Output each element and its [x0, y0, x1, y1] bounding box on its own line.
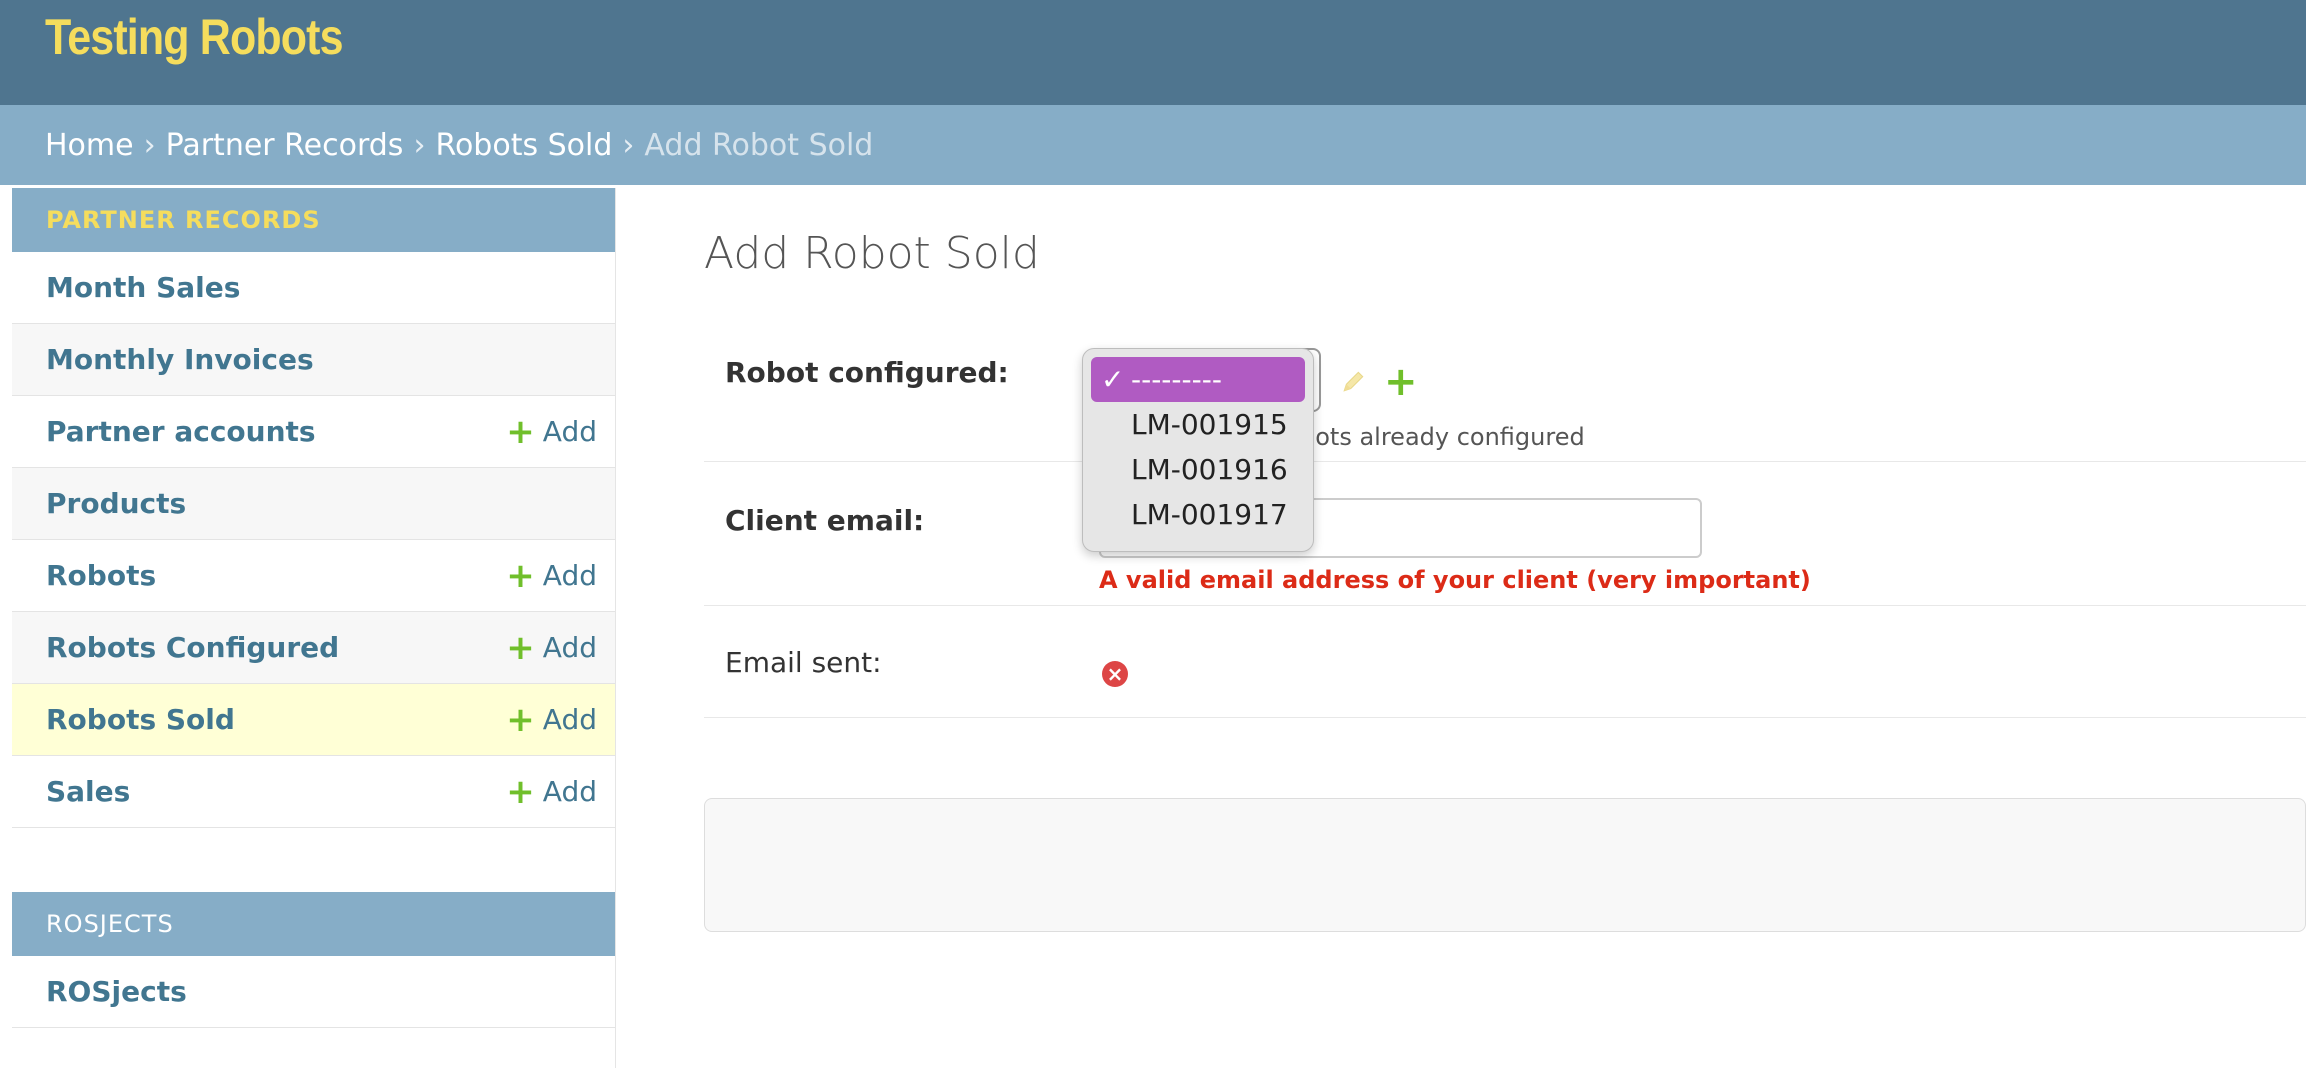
- add-related-plus-icon[interactable]: +: [1384, 362, 1418, 402]
- sidebar-item-robots: Robots + Add: [12, 540, 615, 612]
- sidebar-nav: PARTNER RECORDS Month Sales Monthly Invo…: [12, 188, 616, 1068]
- sidebar-item-robots-sold: Robots Sold + Add: [12, 684, 615, 756]
- sidebar-item-label[interactable]: Robots: [46, 559, 156, 592]
- add-link-label: Add: [542, 631, 597, 664]
- robot-configured-dropdown: ✓ --------- LM-001915 LM-001916 LM-00191…: [1082, 348, 1314, 552]
- sidebar-item-label[interactable]: Monthly Invoices: [46, 343, 314, 376]
- sidebar-item-rosjects: ROSjects: [12, 956, 615, 1028]
- dropdown-option-lm-001917[interactable]: LM-001917: [1091, 492, 1305, 537]
- plus-icon: +: [506, 771, 535, 812]
- sidebar-item-partner-accounts: Partner accounts + Add: [12, 396, 615, 468]
- robot-configured-label: Robot configured:: [725, 356, 1009, 389]
- pencil-icon[interactable]: [1341, 368, 1367, 394]
- option-label: LM-001915: [1131, 408, 1288, 441]
- false-icon: ×: [1102, 661, 1128, 687]
- breadcrumb-separator: ›: [622, 127, 635, 163]
- sidebar-item-label[interactable]: Robots Sold: [46, 703, 235, 736]
- breadcrumb-home[interactable]: Home: [45, 128, 134, 163]
- plus-icon: +: [506, 627, 535, 668]
- dropdown-option-empty[interactable]: ✓ ---------: [1091, 357, 1305, 402]
- sidebar-item-month-sales: Month Sales: [12, 252, 615, 324]
- site-header: Testing Robots: [0, 0, 2306, 105]
- client-email-help: A valid email address of your client (ve…: [1099, 566, 1811, 594]
- sidebar-item-robots-configured: Robots Configured + Add: [12, 612, 615, 684]
- sidebar-item-label[interactable]: Month Sales: [46, 271, 240, 304]
- add-robot-configured-link[interactable]: + Add: [506, 631, 597, 665]
- dropdown-option-lm-001915[interactable]: LM-001915: [1091, 402, 1305, 447]
- dropdown-option-lm-001916[interactable]: LM-001916: [1091, 447, 1305, 492]
- add-link-label: Add: [542, 703, 597, 736]
- plus-icon: +: [506, 699, 535, 740]
- email-sent-label: Email sent:: [725, 646, 882, 679]
- add-link-label: Add: [542, 415, 597, 448]
- sidebar-item-label[interactable]: Partner accounts: [46, 415, 316, 448]
- plus-icon: +: [506, 411, 535, 452]
- sidebar-item-label[interactable]: Products: [46, 487, 186, 520]
- sidebar-item-label[interactable]: Sales: [46, 775, 130, 808]
- add-link-label: Add: [542, 559, 597, 592]
- sidebar-item-monthly-invoices: Monthly Invoices: [12, 324, 615, 396]
- add-robot-sold-link[interactable]: + Add: [506, 703, 597, 737]
- form-row-email-sent: Email sent:: [704, 606, 2306, 718]
- sidebar-item-label[interactable]: Robots Configured: [46, 631, 339, 664]
- submit-row: [704, 798, 2306, 932]
- option-label: LM-001916: [1131, 453, 1288, 486]
- breadcrumb: Home › Partner Records › Robots Sold › A…: [0, 105, 2306, 185]
- module-caption-partner-records[interactable]: PARTNER RECORDS: [12, 188, 615, 252]
- breadcrumb-separator: ›: [143, 127, 156, 163]
- sidebar-item-products: Products: [12, 468, 615, 540]
- checkmark-icon: ✓: [1101, 363, 1125, 396]
- robot-configured-help: bots already configured: [1300, 423, 1585, 451]
- breadcrumb-separator: ›: [413, 127, 426, 163]
- breadcrumb-current: Add Robot Sold: [644, 127, 874, 163]
- plus-icon: +: [506, 555, 535, 596]
- module-caption-rosjects[interactable]: ROSJECTS: [12, 892, 615, 956]
- option-label: LM-001917: [1131, 498, 1288, 531]
- option-label: ---------: [1131, 363, 1222, 396]
- add-partner-account-link[interactable]: + Add: [506, 415, 597, 449]
- add-robot-link[interactable]: + Add: [506, 559, 597, 593]
- add-sale-link[interactable]: + Add: [506, 775, 597, 809]
- add-link-label: Add: [542, 775, 597, 808]
- page-title: Add Robot Sold: [704, 228, 1040, 279]
- sidebar-item-sales: Sales + Add: [12, 756, 615, 828]
- breadcrumb-partner-records[interactable]: Partner Records: [166, 128, 404, 163]
- sidebar-item-label[interactable]: ROSjects: [46, 975, 187, 1008]
- breadcrumb-robots-sold[interactable]: Robots Sold: [435, 128, 612, 163]
- site-title[interactable]: Testing Robots: [45, 8, 344, 66]
- client-email-label: Client email:: [725, 504, 925, 537]
